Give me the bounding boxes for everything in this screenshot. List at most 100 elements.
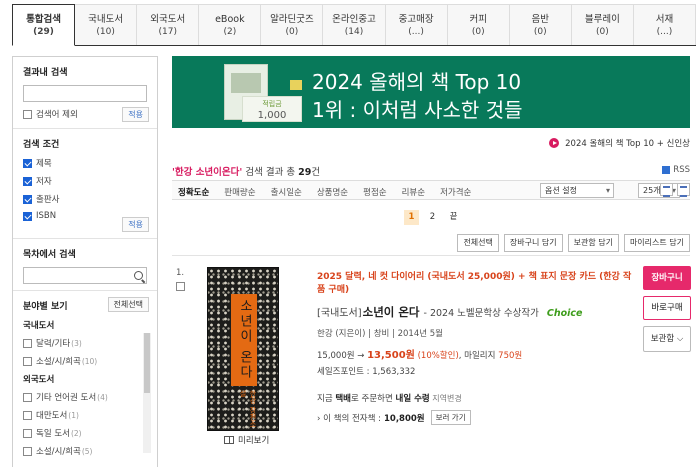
tab-8[interactable]: 음반 (0): [509, 4, 572, 45]
sort-option[interactable]: 출시일순: [271, 186, 302, 198]
page-link[interactable]: 2: [425, 210, 440, 225]
category-group[interactable]: 국내도서: [23, 319, 147, 331]
tab-5[interactable]: 온라인중고 (14): [323, 4, 386, 45]
list-view-icon[interactable]: [660, 183, 673, 197]
condition-checkbox[interactable]: [23, 176, 32, 186]
condition-option[interactable]: 출판사: [23, 193, 147, 205]
banner-headline: 2024 올해의 책 Top 10: [312, 70, 522, 94]
condition-option[interactable]: 저자: [23, 175, 147, 187]
category-select-all-button[interactable]: 전체선택: [107, 297, 149, 312]
grid-view-icon[interactable]: [677, 183, 690, 197]
condition-option[interactable]: 제목: [23, 157, 147, 169]
product-checkbox[interactable]: [176, 282, 185, 291]
tab-count: (0): [285, 27, 299, 37]
category-label: 소설/시/희곡: [36, 357, 81, 367]
add-to-cart-button[interactable]: 장바구니: [643, 266, 691, 290]
category-count: (5): [81, 446, 93, 456]
tab-7[interactable]: 커피 (0): [447, 4, 510, 45]
tab-4[interactable]: 알라딘굿즈 (0): [261, 4, 324, 45]
sort-option[interactable]: 정확도순: [178, 186, 209, 198]
tab-1[interactable]: 국내도서 (10): [75, 4, 138, 45]
category-checkbox[interactable]: [23, 392, 32, 402]
sort-option[interactable]: 저가격순: [440, 186, 471, 198]
bulk-action-button[interactable]: 전체선택: [457, 234, 499, 252]
product-title[interactable]: 소년이 온다: [363, 304, 420, 320]
rss-link[interactable]: RSS: [662, 165, 690, 175]
product-promo[interactable]: 2025 달력, 네 컷 다이어리 (국내도서 25,000원) + 책 표지 …: [317, 271, 639, 297]
category-item[interactable]: 기타 언어권 도서 (4): [23, 391, 147, 403]
scrollbar-thumb[interactable]: [144, 333, 150, 393]
bulk-action-bar: 전체선택 장바구니 담기 보관함 담기 마이리스트 담기: [457, 234, 690, 252]
tab-10[interactable]: 서재 (...): [633, 4, 697, 45]
buy-now-button[interactable]: 바로구매: [643, 296, 691, 320]
ebook-row: › 이 책의 전자책 : 10,800원 보러 가기: [317, 410, 471, 425]
bulk-action-button[interactable]: 보관함 담기: [567, 234, 619, 252]
per-page-select[interactable]: 25개: [638, 183, 680, 198]
wishlist-button[interactable]: 보관함 ⌵: [643, 326, 691, 352]
category-group[interactable]: 외국도서: [23, 373, 147, 385]
point-label: 적립금: [262, 100, 282, 108]
condition-checkbox[interactable]: [23, 158, 32, 168]
result-label: 검색 결과 총: [242, 167, 299, 178]
sort-option[interactable]: 평점순: [363, 186, 386, 198]
search-icon[interactable]: [134, 271, 143, 280]
category-count: (2): [70, 428, 82, 438]
bulk-action-button[interactable]: 마이리스트 담기: [623, 234, 690, 252]
ebook-price: 10,800원: [384, 413, 425, 424]
result-count: 29: [298, 167, 312, 178]
page-link[interactable]: 끝: [446, 210, 461, 225]
tab-count: (0): [533, 27, 547, 37]
category-checkbox[interactable]: [23, 428, 32, 438]
exclude-label: 검색어 제외: [36, 110, 78, 120]
tab-6[interactable]: 중고매장 (...): [385, 4, 448, 45]
category-item[interactable]: 대만도서 (1): [23, 409, 147, 421]
tab-count: (17): [158, 27, 177, 37]
option-setting-select[interactable]: 옵션 설정: [540, 183, 614, 198]
inner-search-apply-button[interactable]: 적용: [122, 107, 149, 122]
category-checkbox[interactable]: [23, 410, 32, 420]
tab-count: (10): [96, 27, 115, 37]
condition-checkbox[interactable]: [23, 194, 32, 204]
result-summary: '한강 소년이온다' 검색 결과 총 29건: [172, 164, 320, 178]
inner-search-input[interactable]: [23, 85, 147, 102]
tab-label: 외국도서: [150, 14, 186, 25]
category-item[interactable]: 소설/시/희곡 (5): [23, 445, 147, 457]
sort-option[interactable]: 리뷰순: [402, 186, 425, 198]
promo-banner[interactable]: 적립금 1,000 2024 올해의 책 Top 10 1위 : 이처럼 사소한…: [172, 56, 690, 128]
ship-text: 지금: [317, 394, 336, 404]
mileage: 750원: [498, 351, 523, 361]
category-item[interactable]: 독일 도서 (2): [23, 427, 147, 439]
book-cover-image[interactable]: 소년이 온다 한강 장편소설: [207, 267, 279, 431]
ship-eta: 내일 수령: [395, 394, 430, 404]
banner-subheadline: 1위 : 이처럼 사소한 것들: [312, 98, 523, 122]
product-kind: [국내도서]: [317, 308, 362, 319]
tab-0[interactable]: 통합검색 (29): [12, 4, 76, 46]
bulk-action-button[interactable]: 장바구니 담기: [503, 234, 563, 252]
preview-label: 미리보기: [238, 436, 270, 446]
preview-link[interactable]: 미리보기: [224, 434, 269, 446]
category-item[interactable]: 달력/기타 (3): [23, 337, 147, 349]
condition-checkbox[interactable]: [23, 211, 32, 221]
tab-2[interactable]: 외국도서 (17): [137, 4, 200, 45]
tab-label: 서재: [655, 14, 674, 25]
banner-link[interactable]: 2024 올해의 책 Top 10 + 신인상: [549, 137, 690, 149]
toc-search-input[interactable]: [23, 267, 147, 284]
sort-option[interactable]: 판매량순: [224, 186, 255, 198]
page-link[interactable]: 1: [404, 210, 419, 225]
exclude-checkbox[interactable]: [23, 109, 32, 119]
sort-option[interactable]: 상품명순: [317, 186, 348, 198]
category-checkbox[interactable]: [23, 446, 32, 456]
tab-count: (...): [656, 27, 673, 37]
tab-3[interactable]: eBook (2): [199, 4, 262, 45]
category-checkbox[interactable]: [23, 338, 32, 348]
tab-9[interactable]: 블루레이 (0): [571, 4, 634, 45]
category-checkbox[interactable]: [23, 356, 32, 366]
change-region-link[interactable]: 지역변경: [430, 394, 461, 403]
wishlist-label: 보관함: [650, 334, 675, 344]
category-scrollbar[interactable]: [143, 333, 151, 453]
conditions-apply-button[interactable]: 적용: [122, 217, 149, 232]
ebook-view-button[interactable]: 보러 가기: [430, 410, 471, 425]
category-item[interactable]: 소설/시/희곡 (10): [23, 355, 147, 367]
condition-label: 저자: [36, 177, 52, 187]
product-meta: 한강 (지은이) | 창비 | 2014년 5월: [317, 329, 443, 339]
